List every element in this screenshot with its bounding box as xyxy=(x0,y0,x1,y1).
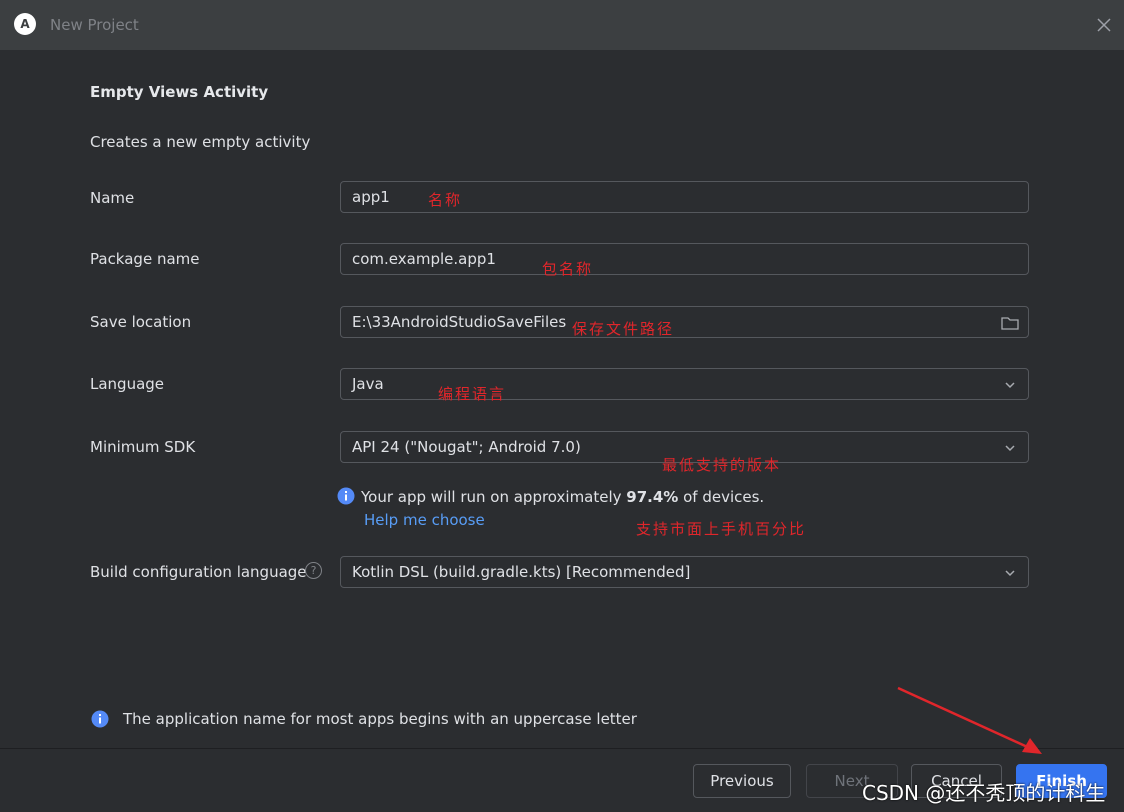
watermark: CSDN @还不秃顶的计科生 xyxy=(862,781,1106,805)
annotation-arrow xyxy=(897,686,1042,754)
